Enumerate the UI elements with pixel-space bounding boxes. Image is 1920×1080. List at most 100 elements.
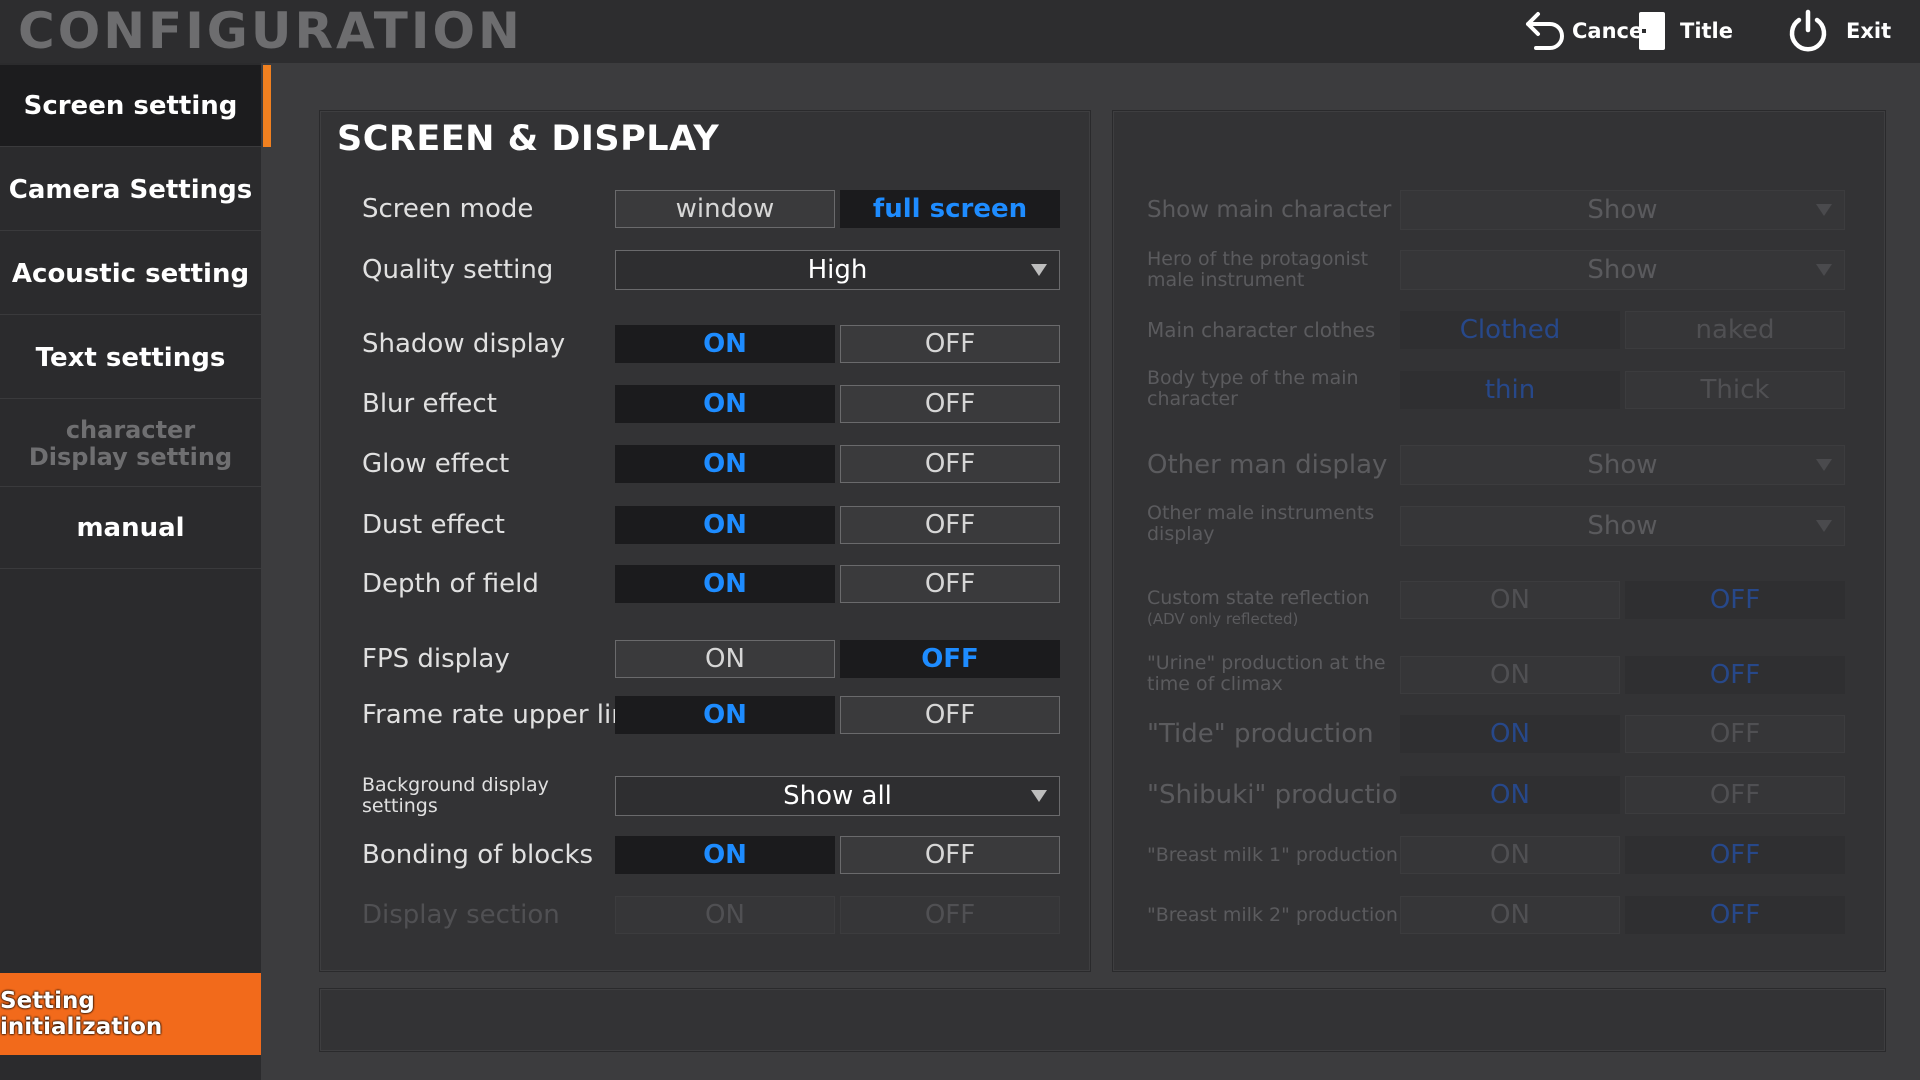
sidebar-item-manual[interactable]: manual <box>0 487 261 569</box>
screen-mode-fullscreen-option[interactable]: full screen <box>840 190 1060 228</box>
show-main-character-label: Show main character <box>1147 197 1392 223</box>
milk-1-production-off: OFF <box>1625 836 1845 874</box>
dropdown-arrow-icon <box>1816 204 1832 216</box>
frame-rate-limit-off[interactable]: OFF <box>840 696 1060 734</box>
background-display-dropdown[interactable]: Show all <box>615 776 1060 816</box>
milk-1-production-label: "Breast milk 1" production <box>1147 844 1398 866</box>
blur-effect-on[interactable]: ON <box>615 385 835 423</box>
depth-of-field-on[interactable]: ON <box>615 565 835 603</box>
background-display-label: Background display settings <box>362 774 549 817</box>
quality-setting-label: Quality setting <box>362 255 554 285</box>
panel-title: SCREEN & DISPLAY <box>337 119 720 159</box>
display-section-on: ON <box>615 896 835 934</box>
other-man-display-value: Show <box>1587 450 1658 480</box>
title-card-icon <box>1639 12 1665 50</box>
description-bar <box>319 988 1886 1052</box>
background-display-value: Show all <box>783 781 892 811</box>
screen-mode-window-option[interactable]: window <box>615 190 835 228</box>
urine-production-off: OFF <box>1625 656 1845 694</box>
app-title: CONFIGURATION <box>18 2 523 60</box>
shadow-display-label: Shadow display <box>362 329 566 359</box>
undo-arrow-icon <box>1526 12 1564 50</box>
custom-state-reflection-label: Custom state reflection <box>1147 586 1370 609</box>
other-male-instruments-dropdown: Show <box>1400 506 1845 546</box>
fps-display-label: FPS display <box>362 644 510 674</box>
display-section-off: OFF <box>840 896 1060 934</box>
shibuki-production-on: ON <box>1400 776 1620 814</box>
title-label: Title <box>1680 19 1734 43</box>
other-man-display-dropdown: Show <box>1400 445 1845 485</box>
dust-effect-off[interactable]: OFF <box>840 506 1060 544</box>
frame-rate-limit-label: Frame rate upper lim <box>362 700 615 730</box>
exit-button[interactable]: Exit <box>1786 8 1891 54</box>
setting-initialization-button[interactable]: Setting initialization <box>0 973 261 1055</box>
shadow-display-off[interactable]: OFF <box>840 325 1060 363</box>
custom-state-on: ON <box>1400 581 1620 619</box>
show-main-character-value: Show <box>1587 195 1658 225</box>
quality-setting-dropdown[interactable]: High <box>615 250 1060 290</box>
tide-production-label: "Tide" production <box>1147 719 1374 749</box>
fps-display-on[interactable]: ON <box>615 640 835 678</box>
clothes-clothed-option: Clothed <box>1400 311 1620 349</box>
dropdown-arrow-icon <box>1816 520 1832 532</box>
clothes-naked-option: naked <box>1625 311 1845 349</box>
tide-production-on: ON <box>1400 715 1620 753</box>
bonding-of-blocks-on[interactable]: ON <box>615 836 835 874</box>
milk-1-production-on: ON <box>1400 836 1620 874</box>
depth-of-field-label: Depth of field <box>362 569 539 599</box>
sidebar-item-camera-settings[interactable]: Camera Settings <box>0 149 261 231</box>
screen-mode-label: Screen mode <box>362 194 534 224</box>
main-character-clothes-label: Main character clothes <box>1147 318 1376 342</box>
fps-display-off[interactable]: OFF <box>840 640 1060 678</box>
dropdown-arrow-icon <box>1816 459 1832 471</box>
sidebar-item-screen-setting[interactable]: Screen setting <box>0 65 261 147</box>
other-man-display-label: Other man display <box>1147 450 1388 480</box>
milk-2-production-label: "Breast milk 2" production <box>1147 904 1398 926</box>
show-main-character-dropdown: Show <box>1400 190 1845 230</box>
other-male-instruments-label: Other male instruments display <box>1147 502 1375 545</box>
hero-instrument-value: Show <box>1587 255 1658 285</box>
dropdown-arrow-icon <box>1031 264 1047 276</box>
urine-production-label: "Urine" production at the time of climax <box>1147 652 1386 695</box>
dust-effect-label: Dust effect <box>362 510 505 540</box>
hero-instrument-label: Hero of the protagonist male instrument <box>1147 248 1369 291</box>
sidebar-item-character-display-setting: character Display setting <box>0 401 261 487</box>
bonding-of-blocks-off[interactable]: OFF <box>840 836 1060 874</box>
shibuki-production-label: "Shibuki" production <box>1147 780 1415 810</box>
title-button[interactable]: Title <box>1638 8 1733 54</box>
custom-state-reflection-sublabel: (ADV only reflected) <box>1147 610 1299 628</box>
glow-effect-on[interactable]: ON <box>615 445 835 483</box>
depth-of-field-off[interactable]: OFF <box>840 565 1060 603</box>
sidebar: Screen setting Camera Settings Acoustic … <box>0 63 261 1080</box>
display-section-label: Display section <box>362 900 560 930</box>
body-type-thin-option: thin <box>1400 371 1620 409</box>
tide-production-off: OFF <box>1625 715 1845 753</box>
dropdown-arrow-icon <box>1816 264 1832 276</box>
top-bar: CONFIGURATION Cancel Title Exit <box>0 0 1920 63</box>
milk-2-production-on: ON <box>1400 896 1620 934</box>
active-tab-indicator <box>263 65 271 147</box>
cancel-button[interactable]: Cancel <box>1522 8 1650 54</box>
dropdown-arrow-icon <box>1031 790 1047 802</box>
custom-state-off: OFF <box>1625 581 1845 619</box>
glow-effect-off[interactable]: OFF <box>840 445 1060 483</box>
dust-effect-on[interactable]: ON <box>615 506 835 544</box>
shibuki-production-off: OFF <box>1625 776 1845 814</box>
blur-effect-off[interactable]: OFF <box>840 385 1060 423</box>
shadow-display-on[interactable]: ON <box>615 325 835 363</box>
sidebar-item-text-settings[interactable]: Text settings <box>0 317 261 399</box>
other-male-instruments-value: Show <box>1587 511 1658 541</box>
quality-setting-value: High <box>807 255 868 285</box>
frame-rate-limit-on[interactable]: ON <box>615 696 835 734</box>
sidebar-item-acoustic-setting[interactable]: Acoustic setting <box>0 233 261 315</box>
body-type-thick-option: Thick <box>1625 371 1845 409</box>
blur-effect-label: Blur effect <box>362 389 497 419</box>
exit-label: Exit <box>1846 19 1892 43</box>
bonding-of-blocks-label: Bonding of blocks <box>362 840 594 870</box>
power-icon <box>1789 9 1827 52</box>
body-type-label: Body type of the main character <box>1147 367 1359 410</box>
milk-2-production-off: OFF <box>1625 896 1845 934</box>
urine-production-on: ON <box>1400 656 1620 694</box>
hero-instrument-dropdown: Show <box>1400 250 1845 290</box>
glow-effect-label: Glow effect <box>362 449 510 479</box>
